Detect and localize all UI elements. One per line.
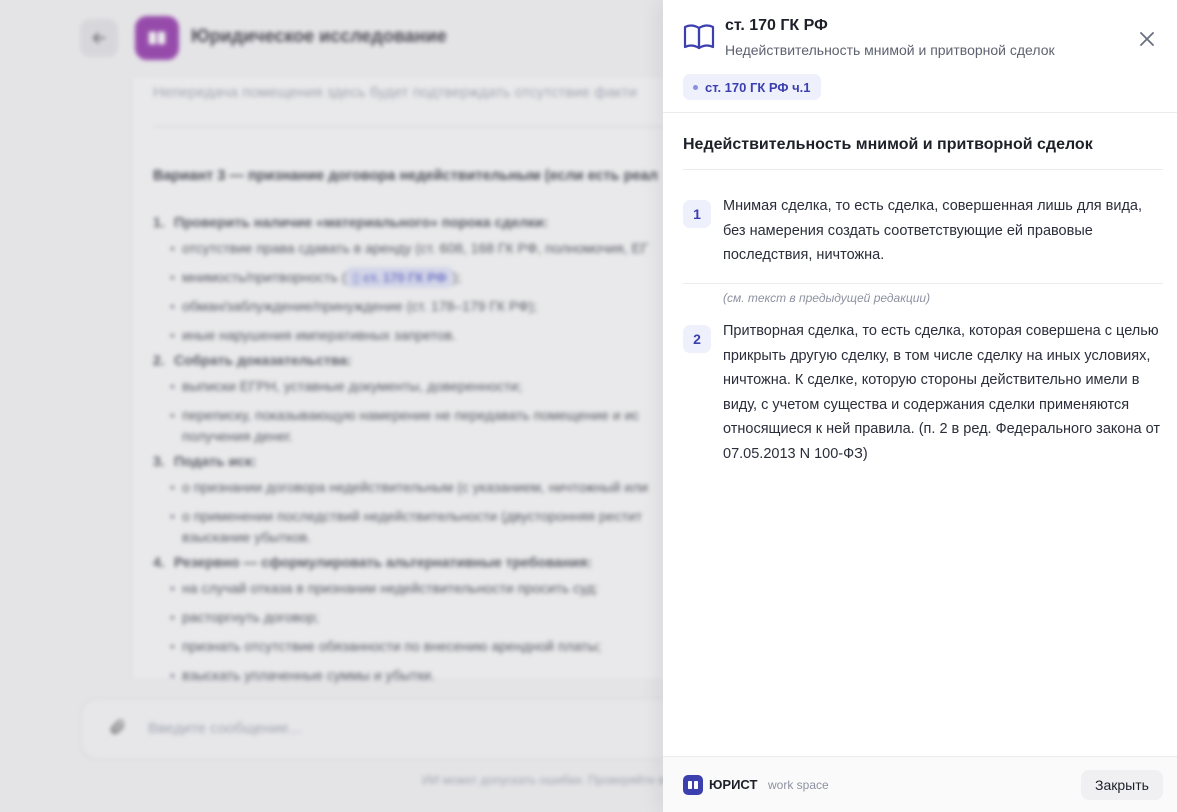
paragraph-number: 1 [683,200,711,228]
paragraph-number: 2 [683,325,711,353]
brand-logo-icon [683,775,703,795]
divider [683,283,1163,284]
divider [683,169,1163,170]
panel-footer: ЮРИСТ work space Закрыть [663,756,1177,812]
article-part-tag[interactable]: ст. 170 ГК РФ ч.1 [683,74,821,100]
paragraph-text: Притворная сделка, то есть сделка, котор… [723,323,1160,462]
panel-header: ст. 170 ГК РФ Недействительность мнимой … [663,0,1177,113]
brand-suffix: work space [768,778,829,792]
article-heading: Недействительность мнимой и притворной с… [683,136,1093,153]
article-panel: ст. 170 ГК РФ Недействительность мнимой … [663,0,1177,812]
background-chat-view: Юридическое исследование Непередача поме… [0,0,663,812]
panel-title: ст. 170 ГК РФ [725,17,828,34]
modal-overlay[interactable] [0,0,663,812]
close-button[interactable]: Закрыть [1081,770,1163,800]
paragraph-text: Мнимая сделка, то есть сделка, совершенн… [723,198,1143,263]
previous-edition-note[interactable]: (см. текст в предыдущей редакции) [723,291,930,305]
close-icon[interactable] [1135,27,1159,51]
book-open-icon [682,19,716,55]
panel-subtitle: Недействительность мнимой и притворной с… [725,42,1055,58]
brand-name: ЮРИСТ [709,777,758,792]
